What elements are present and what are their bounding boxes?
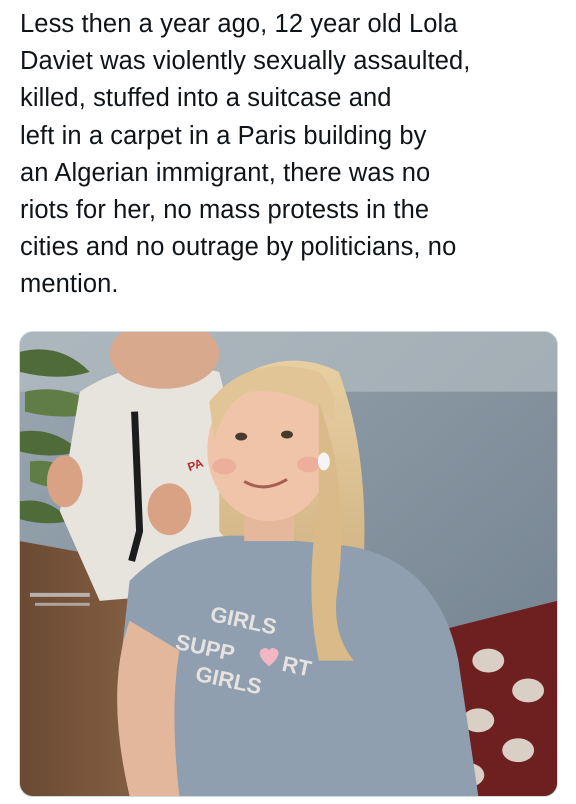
tweet-text-line: mention. — [20, 270, 119, 299]
tweet-text-line: left in a carpet in a Paris building by — [20, 121, 427, 150]
tweet-text-line: Daviet was violently sexually assaulted, — [20, 47, 471, 76]
photo-illustration: PA GIRLS SUPP RT GIRLS — [20, 332, 557, 796]
thumbs-up-left — [46, 455, 83, 508]
tweet-text-line: Less then a year ago, 12 year old Lola — [20, 10, 458, 38]
tweet-text-line: an Algerian immigrant, there was no — [20, 158, 431, 187]
tweet-text-line: killed, stuffed into a suitcase and — [20, 84, 392, 113]
tweet-text: Less then a year ago, 12 year old Lola D… — [20, 6, 560, 304]
earbud — [317, 452, 330, 471]
tweet-text-line: riots for her, no mass protests in the — [20, 196, 430, 225]
tweet-post: Less then a year ago, 12 year old Lola D… — [0, 0, 576, 804]
tweet-text-line: cities and no outrage by politicians, no — [20, 233, 457, 262]
girl-arm — [117, 620, 180, 796]
tweet-photo[interactable]: PA GIRLS SUPP RT GIRLS — [19, 331, 558, 797]
thumbs-up-right — [147, 483, 192, 536]
